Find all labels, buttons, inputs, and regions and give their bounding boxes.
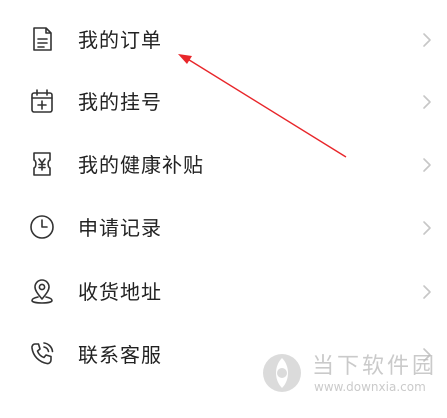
menu-item-shipping-address[interactable]: 收货地址 — [0, 261, 447, 323]
menu-item-my-registrations[interactable]: 我的挂号 — [0, 71, 447, 133]
clock-icon — [27, 212, 57, 242]
location-pin-icon — [27, 276, 57, 306]
menu-item-health-subsidy[interactable]: 我的健康补贴 — [0, 134, 447, 196]
menu-item-label: 我的健康补贴 — [78, 153, 204, 177]
menu-item-application-records[interactable]: 申请记录 — [0, 197, 447, 259]
chevron-right-icon — [421, 157, 433, 173]
order-document-icon — [27, 24, 57, 54]
menu-item-label: 申请记录 — [78, 216, 162, 240]
menu-item-label: 收货地址 — [78, 280, 162, 304]
menu-item-label: 我的挂号 — [78, 90, 162, 114]
chevron-right-icon — [421, 32, 433, 48]
phone-call-icon — [27, 339, 57, 369]
chevron-right-icon — [421, 220, 433, 236]
yuan-voucher-icon — [27, 149, 57, 179]
chevron-right-icon — [421, 284, 433, 300]
watermark-logo-icon — [263, 354, 301, 392]
menu-item-label: 联系客服 — [78, 343, 162, 367]
chevron-right-icon — [421, 94, 433, 110]
menu-item-my-orders[interactable]: 我的订单 — [0, 9, 447, 71]
calendar-plus-icon — [27, 86, 57, 116]
watermark-url: www.downxia.com — [314, 380, 426, 394]
watermark: 当下软件园 www.downxia.com — [260, 346, 440, 402]
menu-item-label: 我的订单 — [78, 28, 162, 52]
watermark-title: 当下软件园 — [312, 354, 438, 379]
